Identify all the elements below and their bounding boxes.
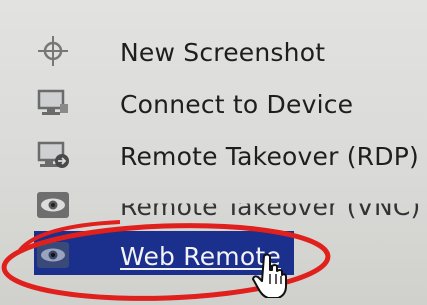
menu-item-new-screenshot[interactable]: New Screenshot [28, 30, 427, 74]
crosshair-icon [38, 36, 68, 66]
monitor-remote-icon [37, 141, 69, 168]
menu-item-label: Remote Takeover (RDP) [120, 141, 419, 171]
eye-icon [37, 242, 69, 268]
menu-item-label: New Screenshot [120, 37, 326, 67]
hand-cursor-icon [252, 253, 287, 298]
menu-item-connect-to-device[interactable]: Connect to Device [28, 82, 427, 126]
monitor-icon [37, 89, 68, 115]
context-menu: New Screenshot Connect to Device Remote … [0, 0, 427, 305]
menu-item-label: Remote Takeover (VNC) [120, 191, 421, 221]
screenshot-photo: New Screenshot Connect to Device Remote … [0, 0, 427, 305]
menu-item-web-remote[interactable]: Web Remote [28, 234, 427, 278]
menu-item-remote-takeover-rdp[interactable]: Remote Takeover (RDP) [28, 134, 427, 178]
menu-item-label: Connect to Device [120, 89, 354, 119]
menu-item-remote-takeover-vnc[interactable]: Remote Takeover (VNC) [28, 184, 427, 228]
eye-icon [37, 192, 69, 218]
